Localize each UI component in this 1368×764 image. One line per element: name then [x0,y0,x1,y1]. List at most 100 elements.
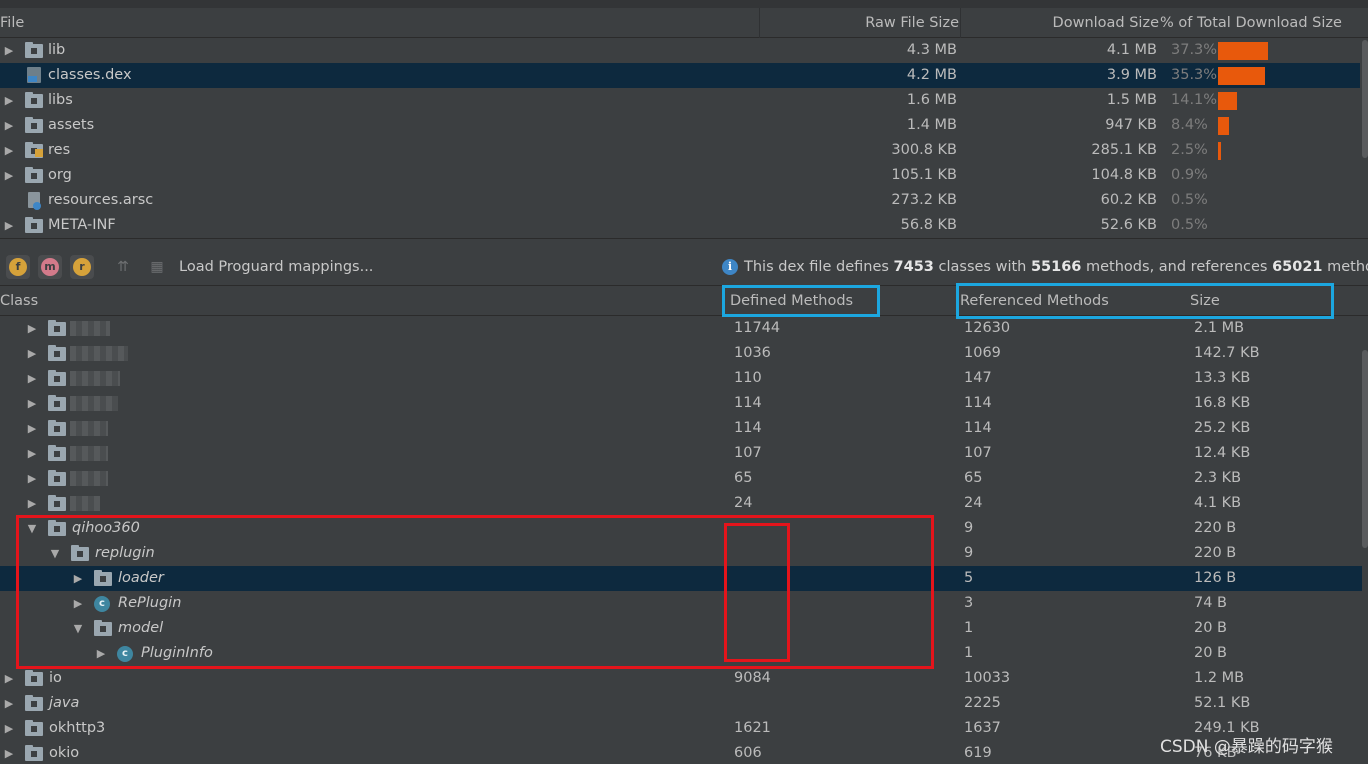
file-row[interactable]: resources.arsc 273.2 KB 60.2 KB 0.5% [0,188,1360,213]
deobfuscate-icon[interactable]: ▦ [147,258,167,276]
expand-arrow-icon[interactable]: ▶ [26,341,38,366]
expand-arrow-icon[interactable]: ▶ [26,491,38,516]
percent-column-header[interactable]: % of Total Download Size [1160,8,1360,38]
raw-size-column-header[interactable]: Raw File Size [759,8,959,38]
expand-arrow-icon[interactable]: ▶ [3,741,15,764]
percent-value: 37.3% [1171,42,1218,58]
file-table-scrollbar[interactable] [1362,40,1368,158]
size-value: 220 B [1194,520,1237,536]
class-tree-row[interactable]: ▶ 1036 1069 142.7 KB [0,341,1362,366]
dex-toolbar: fmr ⇈ ▦ Load Proguard mappings... i This… [0,250,1368,284]
class-name: RePlugin [118,595,182,611]
class-name: okio [49,745,80,761]
referenced-methods-value: 9 [964,520,974,536]
defined-methods-column-header[interactable]: Defined Methods [730,286,853,316]
defined-methods-value: 114 [734,395,762,411]
class-tree-row[interactable]: ▶ c RePlugin 3 74 B [0,591,1362,616]
expand-arrow-icon[interactable]: ▶ [3,113,15,138]
expand-arrow-icon[interactable]: ▶ [72,566,84,591]
file-column-header[interactable]: File [0,8,758,38]
expand-arrow-icon[interactable]: ▶ [3,716,15,741]
expand-arrow-icon[interactable]: ▶ [3,213,15,238]
download-size-column-header[interactable]: Download Size [960,8,1159,38]
size-value: 12.4 KB [1194,445,1251,461]
percent-value: 35.3% [1171,67,1218,83]
expand-arrow-icon[interactable]: ▶ [95,641,107,666]
file-row[interactable]: ▶ org 105.1 KB 104.8 KB 0.9% [0,163,1360,188]
collapse-arrow-icon[interactable]: ▼ [26,516,38,541]
expand-arrow-icon[interactable]: ▶ [3,691,15,716]
show-referenced-button[interactable]: r [70,255,94,279]
file-row[interactable]: ▶ libs 1.6 MB 1.5 MB 14.1% [0,88,1360,113]
expand-arrow-icon[interactable]: ▶ [3,163,15,188]
load-proguard-mappings-link[interactable]: Load Proguard mappings... [179,250,373,284]
defined-methods-value: 114 [734,420,762,436]
redacted-name [70,346,128,361]
package-icon [25,745,43,761]
size-value: 74 B [1194,595,1228,611]
percent-bar [1218,67,1266,85]
expand-arrow-icon[interactable]: ▶ [3,138,15,163]
expand-arrow-icon[interactable]: ▶ [3,88,15,113]
class-tree-row[interactable]: ▼ model 1 20 B [0,616,1362,641]
file-row[interactable]: ▶ assets 1.4 MB 947 KB 8.4% [0,113,1360,138]
class-name: io [49,670,62,686]
referenced-methods-value: 65 [964,470,983,486]
file-name: resources.arsc [48,192,154,208]
file-row[interactable]: ▶ lib 4.3 MB 4.1 MB 37.3% [0,38,1360,63]
class-tree-row[interactable]: ▶ okhttp3 1621 1637 249.1 KB [0,716,1362,741]
expand-arrow-icon[interactable]: ▶ [3,38,15,63]
file-name: assets [48,117,95,133]
class-tree-row[interactable]: ▶ 114 114 16.8 KB [0,391,1362,416]
arsc-file-icon [28,192,41,210]
raw-size: 300.8 KB [891,142,957,158]
expand-arrow-icon[interactable]: ▶ [26,441,38,466]
size-value: 1.2 MB [1194,670,1245,686]
file-row[interactable]: ▶ META-INF 56.8 KB 52.6 KB 0.5% [0,213,1360,238]
defined-methods-value: 606 [734,745,762,761]
size-value: 25.2 KB [1194,420,1251,436]
class-tree-row[interactable]: ▶ 107 107 12.4 KB [0,441,1362,466]
class-tree-row[interactable]: ▶ 11744 12630 2.1 MB [0,316,1362,341]
file-row[interactable]: classes.dex 4.2 MB 3.9 MB 35.3% [0,63,1360,88]
expand-arrow-icon[interactable]: ▶ [72,591,84,616]
file-row[interactable]: ▶ res 300.8 KB 285.1 KB 2.5% [0,138,1360,163]
class-tree-row[interactable]: ▶ c PluginInfo 1 20 B [0,641,1362,666]
class-tree-row[interactable]: ▶ 24 24 4.1 KB [0,491,1362,516]
class-tree-row[interactable]: ▶ 110 147 13.3 KB [0,366,1362,391]
size-column-header[interactable]: Size [1190,286,1220,316]
collapse-arrow-icon[interactable]: ▼ [72,616,84,641]
class-tree-row[interactable]: ▶ java 2225 52.1 KB [0,691,1362,716]
expand-arrow-icon[interactable]: ▶ [26,391,38,416]
expand-arrow-icon[interactable]: ▶ [26,316,38,341]
class-tree-row[interactable]: ▶ 114 114 25.2 KB [0,416,1362,441]
panel-divider[interactable] [0,238,1368,250]
class-column-header[interactable]: Class [0,286,38,316]
raw-size: 4.2 MB [906,67,957,83]
referenced-methods-value: 147 [964,370,992,386]
folder-icon [25,92,43,108]
collapse-arrow-icon[interactable]: ▼ [49,541,61,566]
class-tree-row[interactable]: ▶ io 9084 10033 1.2 MB [0,666,1362,691]
size-value: 13.3 KB [1194,370,1251,386]
expand-arrow-icon[interactable]: ▶ [26,366,38,391]
class-tree-row[interactable]: ▶ okio 606 619 76 KB [0,741,1362,764]
expand-arrow-icon[interactable]: ▶ [26,416,38,441]
show-methods-button[interactable]: m [38,255,62,279]
show-fields-button[interactable]: f [6,255,30,279]
referenced-methods-value: 114 [964,395,992,411]
class-tree-row[interactable]: ▶ loader 5 126 B [0,566,1362,591]
class-table-scrollbar[interactable] [1362,350,1368,548]
class-tree-row[interactable]: ▼ qihoo360 9 220 B [0,516,1362,541]
tree-up-icon[interactable]: ⇈ [113,258,133,276]
class-tree-row[interactable]: ▼ replugin 9 220 B [0,541,1362,566]
expand-arrow-icon[interactable]: ▶ [3,666,15,691]
package-icon [25,695,43,711]
class-tree-row[interactable]: ▶ 65 65 2.3 KB [0,466,1362,491]
redacted-name [70,496,100,511]
res-folder-icon [25,142,43,158]
expand-arrow-icon[interactable]: ▶ [26,466,38,491]
referenced-methods-column-header[interactable]: Referenced Methods [960,286,1109,316]
referenced-methods-value: 9 [964,545,974,561]
referenced-methods-value: 107 [964,445,992,461]
